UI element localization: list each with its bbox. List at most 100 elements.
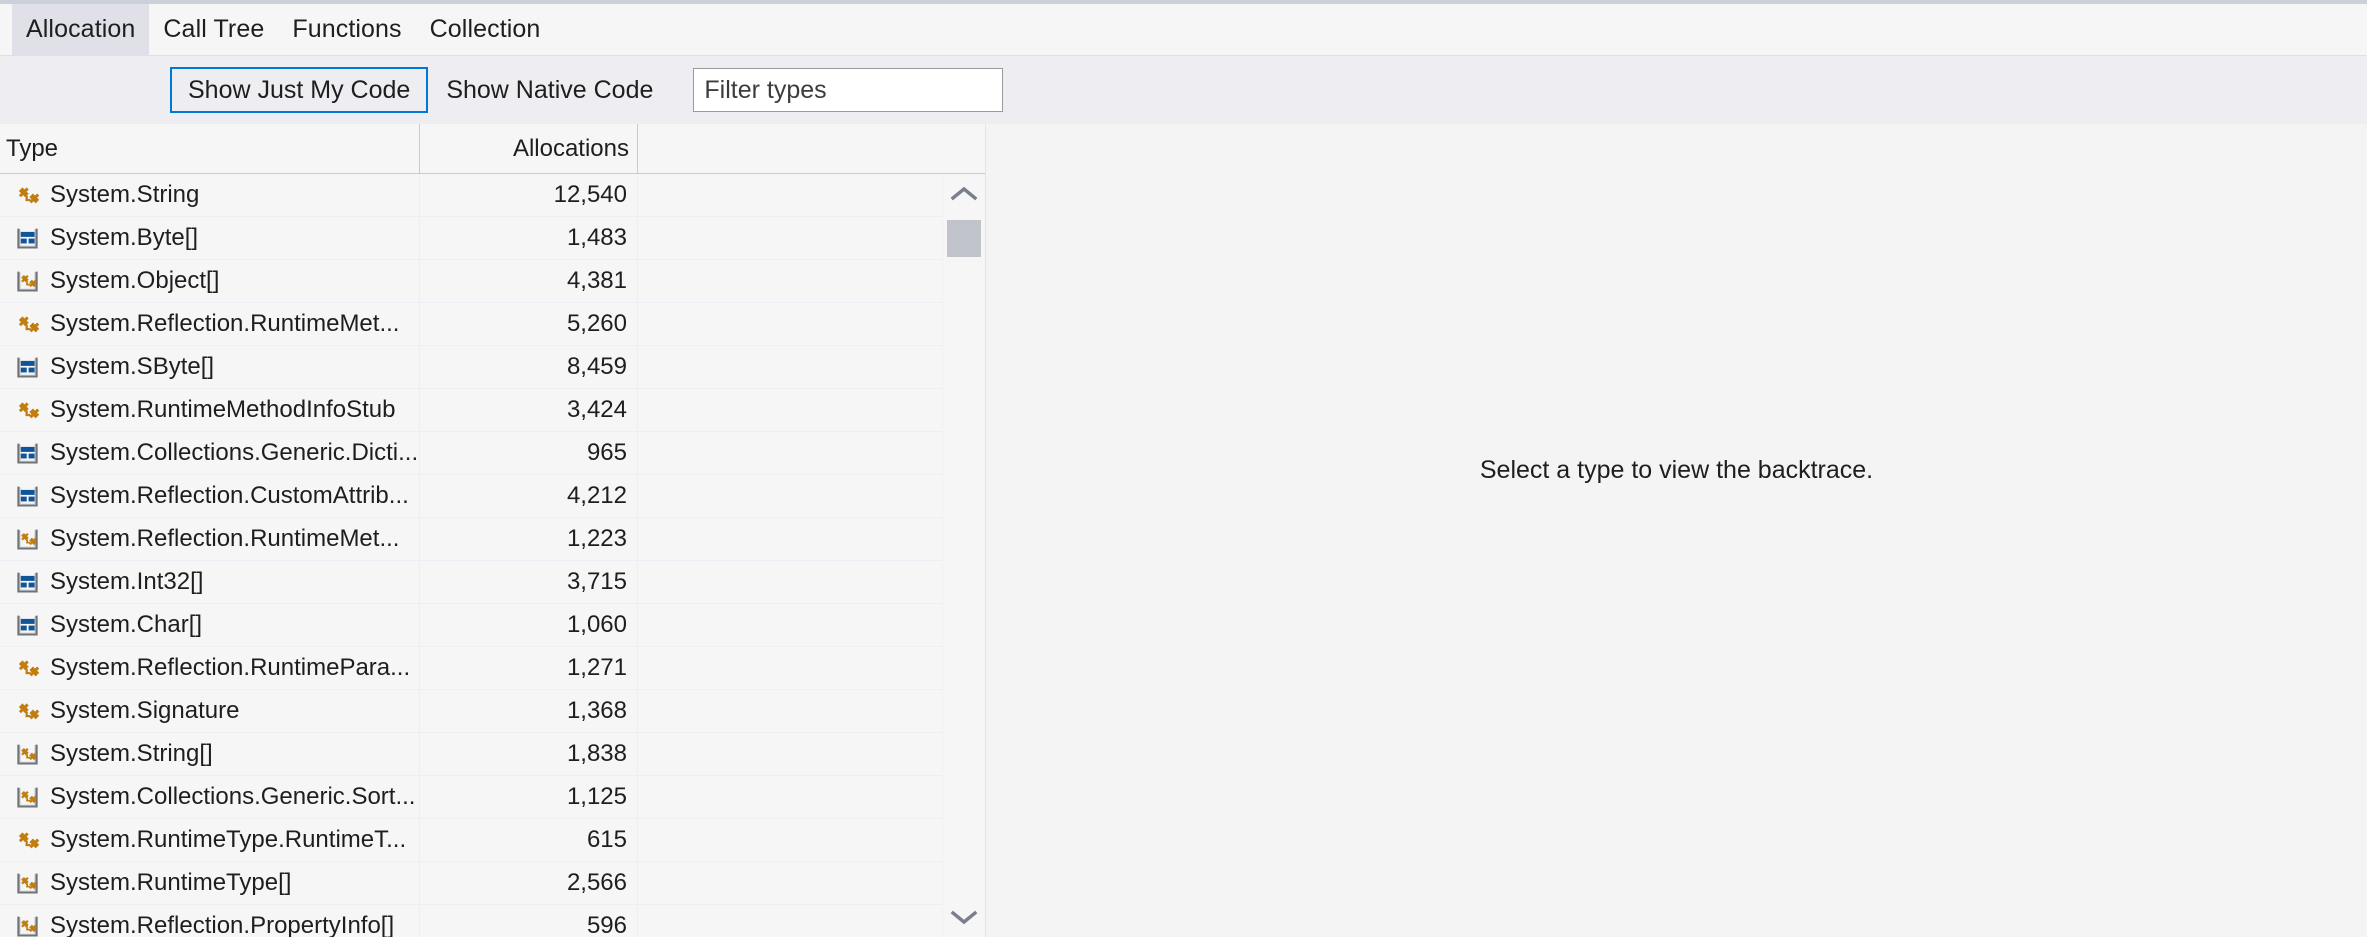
cell-type[interactable]: System.Reflection.CustomAttrib...: [0, 475, 420, 517]
allocations-value: 4,212: [566, 482, 627, 509]
allocations-value: 1,271: [566, 654, 627, 681]
class-array-icon: [14, 870, 41, 897]
allocations-value: 596: [586, 912, 627, 937]
cell-type[interactable]: System.Reflection.RuntimeMet...: [0, 518, 420, 560]
class-icon: [14, 827, 41, 854]
tab-call-tree[interactable]: Call Tree: [149, 4, 278, 55]
tab-label: Allocation: [26, 15, 136, 43]
cell-allocations[interactable]: 3,715: [420, 561, 638, 603]
cell-allocations[interactable]: 12,540: [420, 174, 638, 216]
class-array-icon: [14, 913, 41, 937]
cell-allocations[interactable]: 3,424: [420, 389, 638, 431]
cell-allocations[interactable]: 1,483: [420, 217, 638, 259]
scrollbar-track[interactable]: [943, 214, 985, 897]
table-row[interactable]: System.Collections.Generic.Sort... 1,125: [0, 776, 942, 819]
table-row[interactable]: System.String[] 1,838: [0, 733, 942, 776]
type-name-label: System.Signature: [50, 697, 240, 724]
cell-allocations[interactable]: 8,459: [420, 346, 638, 388]
type-name-label: System.SByte[]: [50, 353, 215, 380]
cell-allocations[interactable]: 2,566: [420, 862, 638, 904]
cell-type[interactable]: System.String[]: [0, 733, 420, 775]
allocations-value: 3,715: [566, 568, 627, 595]
table-row[interactable]: System.Reflection.RuntimePara... 1,271: [0, 647, 942, 690]
cell-filler: [638, 303, 942, 345]
cell-type[interactable]: System.Reflection.RuntimeMet...: [0, 303, 420, 345]
cell-type[interactable]: System.RuntimeMethodInfoStub: [0, 389, 420, 431]
table-row[interactable]: System.Char[] 1,060: [0, 604, 942, 647]
cell-allocations[interactable]: 1,368: [420, 690, 638, 732]
tab-strip: Allocation Call Tree Functions Collection: [0, 4, 2367, 56]
allocations-value: 1,483: [566, 224, 627, 251]
cell-filler: [638, 647, 942, 689]
cell-type[interactable]: System.Collections.Generic.Dicti...: [0, 432, 420, 474]
table-row[interactable]: System.Signature 1,368: [0, 690, 942, 733]
class-icon: [14, 397, 41, 424]
column-header-type[interactable]: Type: [0, 124, 420, 173]
cell-type[interactable]: System.Object[]: [0, 260, 420, 302]
scrollbar-thumb[interactable]: [947, 220, 981, 257]
cell-allocations[interactable]: 615: [420, 819, 638, 861]
table-row[interactable]: System.Reflection.CustomAttrib... 4,212: [0, 475, 942, 518]
allocations-value: 1,838: [566, 740, 627, 767]
table-row[interactable]: System.Byte[] 1,483: [0, 217, 942, 260]
cell-allocations[interactable]: 965: [420, 432, 638, 474]
type-name-label: System.Reflection.PropertyInfo[]: [50, 912, 395, 937]
cell-allocations[interactable]: 1,125: [420, 776, 638, 818]
cell-allocations[interactable]: 1,060: [420, 604, 638, 646]
cell-allocations[interactable]: 4,212: [420, 475, 638, 517]
cell-type[interactable]: System.Reflection.PropertyInfo[]: [0, 905, 420, 937]
types-grid-rows: System.String 12,540 System.Byte[] 1,483 S…: [0, 174, 942, 937]
cell-allocations[interactable]: 1,838: [420, 733, 638, 775]
table-row[interactable]: System.Int32[] 3,715: [0, 561, 942, 604]
cell-allocations[interactable]: 4,381: [420, 260, 638, 302]
table-row[interactable]: System.Collections.Generic.Dicti... 965: [0, 432, 942, 475]
scroll-up-button[interactable]: [943, 174, 985, 214]
table-row[interactable]: System.Reflection.RuntimeMet... 1,223: [0, 518, 942, 561]
cell-type[interactable]: System.RuntimeType.RuntimeT...: [0, 819, 420, 861]
column-header-allocations[interactable]: Allocations: [420, 124, 638, 173]
cell-allocations[interactable]: 1,223: [420, 518, 638, 560]
tab-collection[interactable]: Collection: [416, 4, 555, 55]
types-grid-vertical-scrollbar[interactable]: [942, 174, 985, 937]
cell-allocations[interactable]: 5,260: [420, 303, 638, 345]
cell-filler: [638, 776, 942, 818]
cell-type[interactable]: System.SByte[]: [0, 346, 420, 388]
allocations-value: 1,125: [566, 783, 627, 810]
cell-type[interactable]: System.Char[]: [0, 604, 420, 646]
filter-types-wrapper: [693, 68, 1004, 112]
cell-type[interactable]: System.Byte[]: [0, 217, 420, 259]
table-row[interactable]: System.Object[] 4,381: [0, 260, 942, 303]
table-row[interactable]: System.SByte[] 8,459: [0, 346, 942, 389]
tab-label: Functions: [292, 15, 402, 43]
table-row[interactable]: System.RuntimeType[] 2,566: [0, 862, 942, 905]
cell-type[interactable]: System.String: [0, 174, 420, 216]
cell-type[interactable]: System.RuntimeType[]: [0, 862, 420, 904]
types-grid-body: System.String 12,540 System.Byte[] 1,483 S…: [0, 174, 985, 937]
allocations-value: 965: [586, 439, 627, 466]
cell-filler: [638, 174, 942, 216]
tab-functions[interactable]: Functions: [278, 4, 415, 55]
types-grid-pane: Type Allocations System.String 12,540 Sys…: [0, 124, 986, 937]
allocations-value: 1,060: [566, 611, 627, 638]
cell-type[interactable]: System.Int32[]: [0, 561, 420, 603]
allocations-value: 3,424: [566, 396, 627, 423]
table-row[interactable]: System.String 12,540: [0, 174, 942, 217]
cell-type[interactable]: System.Reflection.RuntimePara...: [0, 647, 420, 689]
column-header-filler: [638, 124, 985, 173]
cell-type[interactable]: System.Collections.Generic.Sort...: [0, 776, 420, 818]
struct-array-icon: [14, 225, 41, 252]
scroll-down-button[interactable]: [943, 897, 985, 937]
cell-type[interactable]: System.Signature: [0, 690, 420, 732]
table-row[interactable]: System.RuntimeMethodInfoStub 3,424: [0, 389, 942, 432]
show-native-code-button[interactable]: Show Native Code: [428, 67, 671, 113]
filter-types-input[interactable]: [693, 68, 1004, 112]
cell-allocations[interactable]: 596: [420, 905, 638, 937]
cell-allocations[interactable]: 1,271: [420, 647, 638, 689]
class-icon: [14, 182, 41, 209]
cell-filler: [638, 217, 942, 259]
table-row[interactable]: System.Reflection.RuntimeMet... 5,260: [0, 303, 942, 346]
table-row[interactable]: System.Reflection.PropertyInfo[] 596: [0, 905, 942, 937]
tab-allocation[interactable]: Allocation: [12, 4, 150, 55]
show-just-my-code-button[interactable]: Show Just My Code: [170, 67, 429, 113]
table-row[interactable]: System.RuntimeType.RuntimeT... 615: [0, 819, 942, 862]
